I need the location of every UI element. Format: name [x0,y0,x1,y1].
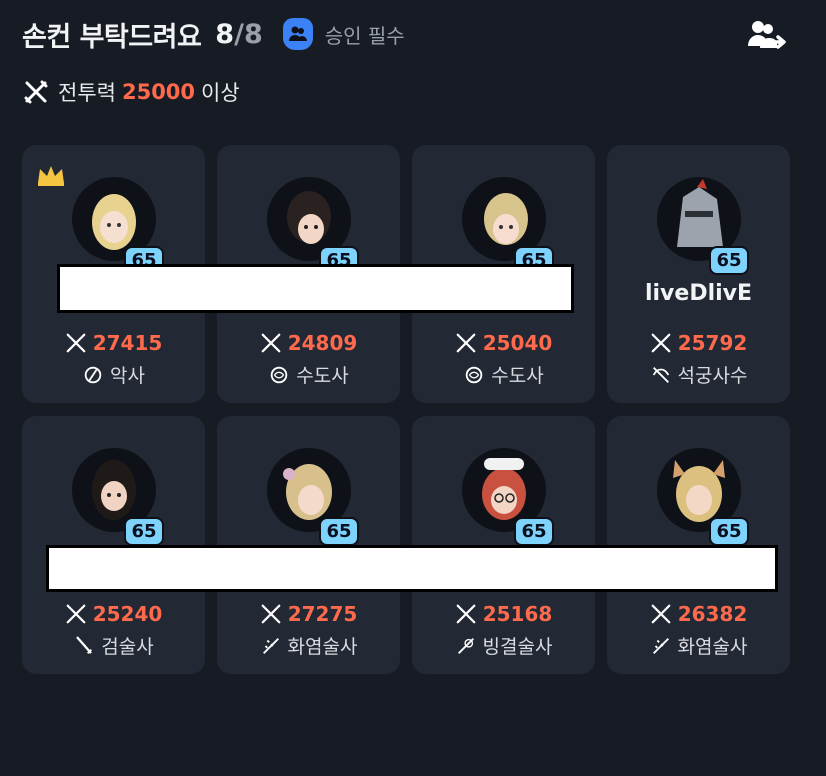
crown-icon [38,166,64,186]
level-badge: 65 [709,246,749,275]
leave-party-icon [748,21,786,49]
crossed-swords-icon [261,604,281,624]
member-class: 화염술사 [217,632,400,659]
avatar: 65 [461,448,554,546]
member-class-label: 석궁사수 [677,365,748,387]
member-power-value: 25040 [482,331,553,355]
member-class-label: 화염술사 [287,636,358,658]
member-power: 24809 [217,331,400,355]
member-name: liveDlivE [644,281,753,306]
member-power: 25040 [412,331,595,355]
member-power: 25240 [22,602,205,626]
bard-class-icon [84,366,102,383]
avatar: 65 [266,177,359,275]
level-badge: 65 [319,517,359,546]
member-class-label: 화염술사 [677,636,748,658]
avatar: 65 [71,448,164,546]
crossed-swords-icon [24,80,48,104]
crossed-swords-icon [456,333,476,353]
power-requirement-prefix: 전투력 [58,81,116,105]
member-count-sep: / [234,18,244,50]
crossed-swords-icon [456,604,476,624]
avatar: 65 [461,177,554,275]
member-class: 수도사 [412,361,595,388]
member-class: 석궁사수 [607,361,790,388]
member-power: 25168 [412,602,595,626]
level-badge: 65 [514,517,554,546]
leave-party-button[interactable] [748,18,788,52]
member-count-max: 8 [243,18,263,50]
member-power-value: 24809 [287,331,358,355]
member-class-label: 빙결술사 [482,636,553,658]
ice-mage-class-icon [457,637,474,654]
level-badge: 65 [124,517,164,546]
member-card[interactable]: 65 liveDlivE 25792 석궁사수 [607,145,790,403]
redacted-names-row-2 [46,545,778,592]
redacted-names-row-1 [57,264,574,313]
member-count-current: 8 [215,18,235,50]
crossed-swords-icon [651,604,671,624]
crossed-swords-icon [261,333,281,353]
member-power: 27415 [22,331,205,355]
member-class: 화염술사 [607,632,790,659]
member-power-value: 25792 [677,331,748,355]
power-requirement-value: 25000 [121,80,196,104]
member-power: 27275 [217,602,400,626]
member-count: 8/8 [215,19,262,50]
crossed-swords-icon [651,333,671,353]
member-power-value: 25168 [482,602,553,626]
member-class: 검술사 [22,632,205,659]
member-class-label: 검술사 [101,636,154,658]
approval-required-icon [282,18,313,50]
member-class: 수도사 [217,361,400,388]
member-class: 빙결술사 [412,632,595,659]
monk-class-icon [466,366,483,383]
member-power-value: 26382 [677,602,748,626]
crossed-swords-icon [66,333,86,353]
avatar: 65 [656,448,749,546]
party-header: 손컨 부탁드려요 8/8 승인 필수 [22,14,405,54]
member-power-value: 27415 [92,331,163,355]
avatar: 65 [656,177,749,275]
avatar: 65 [71,177,164,275]
member-power-value: 27275 [287,602,358,626]
avatar: 65 [266,448,359,546]
power-requirement: 전투력 25000 이상 [24,76,240,108]
sword-class-icon [76,636,93,654]
party-title: 손컨 부탁드려요 [22,21,202,53]
power-requirement-suffix: 이상 [201,81,240,105]
fire-mage-class-icon [652,637,669,654]
member-power: 25792 [607,331,790,355]
member-class: 악사 [22,361,205,388]
member-power: 26382 [607,602,790,626]
crossed-swords-icon [66,604,86,624]
member-power-value: 25240 [92,602,163,626]
member-class-label: 수도사 [296,365,349,387]
member-class-label: 수도사 [491,365,544,387]
fire-mage-class-icon [262,637,279,654]
approval-required-label: 승인 필수 [324,23,405,48]
level-badge: 65 [709,517,749,546]
crossbow-class-icon [652,366,669,383]
member-class-label: 악사 [110,365,145,387]
monk-class-icon [271,366,288,383]
